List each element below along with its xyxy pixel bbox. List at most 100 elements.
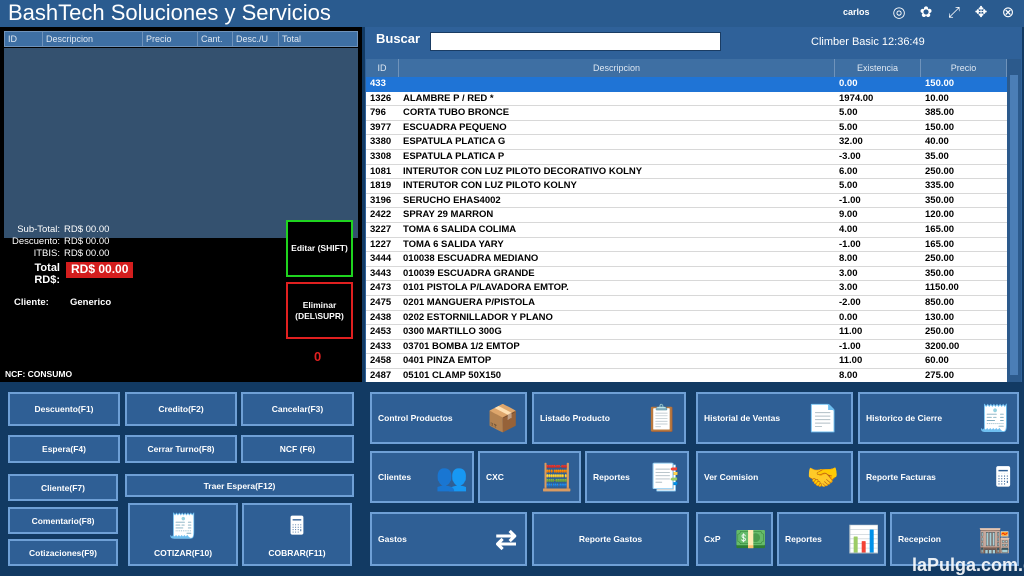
sale-table-header: ID Descripcion Precio Cant. Desc./U Tota… <box>4 31 358 47</box>
product-row[interactable]: 3977 ESCUADRA PEQUENO 5.00 150.00 <box>366 121 1007 136</box>
move-icon[interactable]: ✥ <box>971 3 991 23</box>
cxp-button[interactable]: CxP 💵 <box>696 512 773 566</box>
cliente-value: Generico <box>70 297 112 308</box>
itbis-label: ITBIS: <box>33 248 60 259</box>
cliente-button[interactable]: Cliente(F7) <box>8 474 118 501</box>
resize-icon[interactable]: ⤢ <box>944 3 964 23</box>
product-price: 335.00 <box>925 180 955 192</box>
historial-ventas-label: Historial de Ventas <box>704 413 781 423</box>
settings-icon[interactable]: ✿ <box>916 3 936 23</box>
product-id: 3227 <box>370 223 392 235</box>
title-bar: BashTech Soluciones y Servicios carlos ◎… <box>0 0 1024 27</box>
report-user-icon: 📑 <box>648 462 681 492</box>
product-row[interactable]: 2473 0101 PISTOLA P/LAVADORA EMTOP. 3.00 11… <box>366 281 1007 296</box>
sale-items-grid[interactable] <box>4 48 358 238</box>
traer-espera-button[interactable]: Traer Espera(F12) <box>125 474 354 497</box>
product-row[interactable]: 3443 010039 ESCUADRA GRANDE 3.00 350.00 <box>366 267 1007 282</box>
product-row[interactable]: 1819 INTERUTOR CON LUZ PILOTO KOLNY 5.00 33… <box>366 179 1007 194</box>
product-row[interactable]: 2458 0401 PINZA EMTOP 11.00 60.00 <box>366 354 1007 369</box>
eliminar-button[interactable]: Eliminar (DEL\SUPR) <box>286 282 353 339</box>
product-scroll-thumb[interactable] <box>1010 75 1018 375</box>
product-stock: -1.00 <box>839 238 861 250</box>
reportes-secondary-button[interactable]: Reportes 📊 <box>777 512 886 566</box>
product-row[interactable]: 3227 TOMA 6 SALIDA COLIMA 4.00 165.00 <box>366 223 1007 238</box>
control-productos-button[interactable]: Control Productos 📦 <box>370 392 527 444</box>
col-total: Total <box>282 34 302 44</box>
product-price: 1150.00 <box>925 282 959 294</box>
reporte-facturas-button[interactable]: Reporte Facturas 🖩 <box>858 451 1019 503</box>
product-price: 10.00 <box>925 92 949 104</box>
credito-button[interactable]: Credito(F2) <box>125 392 237 426</box>
product-row[interactable]: 2475 0201 MANGUERA P/PISTOLA -2.00 850.00 <box>366 296 1007 311</box>
product-id: 2422 <box>370 209 392 221</box>
product-stock: -2.00 <box>839 296 861 308</box>
modules-panel: Control Productos 📦 Listado Producto 📋 H… <box>365 385 1022 576</box>
close-icon[interactable]: ⊗ <box>998 3 1018 23</box>
user-icon[interactable]: ◎ <box>889 3 909 23</box>
product-id: 2487 <box>370 369 392 381</box>
product-price: 350.00 <box>925 267 955 279</box>
product-stock: 3.00 <box>839 282 858 294</box>
product-row[interactable]: 2422 SPRAY 29 MARRON 9.00 120.00 <box>366 208 1007 223</box>
product-row[interactable]: 1227 TOMA 6 SALIDA YARY -1.00 165.00 <box>366 238 1007 253</box>
total-label: Total RD$: <box>34 262 60 286</box>
product-row[interactable]: 1081 INTERUTOR CON LUZ PILOTO DECORATIVO … <box>366 165 1007 180</box>
reporte-facturas-label: Reporte Facturas <box>866 472 936 482</box>
comentario-button[interactable]: Comentario(F8) <box>8 507 118 534</box>
product-row[interactable]: 3196 SERUCHO EHAS4002 -1.00 350.00 <box>366 194 1007 209</box>
gastos-label: Gastos <box>378 534 407 544</box>
listado-producto-button[interactable]: Listado Producto 📋 <box>532 392 686 444</box>
product-row[interactable]: 2438 0202 ESTORNILLADOR Y PLANO 0.00 130.00 <box>366 311 1007 326</box>
editar-button[interactable]: Editar (SHIFT) <box>286 220 353 277</box>
col-desc-u: Desc./U <box>233 32 279 46</box>
ncf-type: NCF: CONSUMO <box>5 369 73 379</box>
cliente-label: Cliente: <box>14 297 49 308</box>
historial-ventas-button[interactable]: Historial de Ventas 📄 <box>696 392 853 444</box>
espera-button[interactable]: Espera(F4) <box>8 435 120 463</box>
product-stock: 1974.00 <box>839 92 874 104</box>
product-stock: 0.00 <box>839 78 858 89</box>
gastos-button[interactable]: Gastos ⇄ <box>370 512 527 566</box>
product-price: 60.00 <box>925 355 949 367</box>
search-input[interactable] <box>430 32 721 51</box>
cobrar-button[interactable]: 🖩 COBRAR(F11) <box>242 503 352 566</box>
product-description: 0101 PISTOLA P/LAVADORA EMTOP. <box>403 282 569 294</box>
cotizar-button[interactable]: 🧾 COTIZAR(F10) <box>128 503 238 566</box>
clientes-button[interactable]: Clientes 👥 <box>370 451 474 503</box>
reportes-button[interactable]: Reportes 📑 <box>585 451 689 503</box>
cerrar-turno-button[interactable]: Cerrar Turno(F8) <box>125 435 237 463</box>
col-existencia: Existencia <box>835 59 921 77</box>
ncf-button[interactable]: NCF (F6) <box>241 435 354 463</box>
warehouse-boxes-icon: 🏬 <box>978 524 1011 554</box>
product-row[interactable]: 2453 0300 MARTILLO 300G 11.00 250.00 <box>366 325 1007 340</box>
product-id: 796 <box>370 107 386 119</box>
product-row[interactable]: 1326 ALAMBRE P / RED * 1974.00 10.00 <box>366 92 1007 107</box>
cancelar-button[interactable]: Cancelar(F3) <box>241 392 354 426</box>
cotizaciones-button[interactable]: Cotizaciones(F9) <box>8 539 118 566</box>
product-stock: 0.00 <box>839 311 858 323</box>
ver-comision-label: Ver Comision <box>704 472 759 482</box>
product-price: 165.00 <box>925 238 955 250</box>
product-id: 1227 <box>370 238 392 250</box>
product-stock: -1.00 <box>839 340 861 352</box>
cxc-button[interactable]: CXC 🧮 <box>478 451 581 503</box>
product-price: 150.00 <box>925 78 955 89</box>
product-row[interactable]: 2433 03701 BOMBA 1/2 EMTOP -1.00 3200.00 <box>366 340 1007 355</box>
product-price: 130.00 <box>925 311 955 323</box>
ver-comision-button[interactable]: Ver Comision 🤝 <box>696 451 853 503</box>
product-row[interactable]: 433 0.00 150.00 <box>366 77 1007 92</box>
cash-register-icon: 🖩 <box>995 462 1011 492</box>
cotizar-label: COTIZAR(F10) <box>153 548 213 558</box>
product-row[interactable]: 796 CORTA TUBO BRONCE 5.00 385.00 <box>366 106 1007 121</box>
product-stock: -3.00 <box>839 150 861 162</box>
historico-cierre-button[interactable]: Historico de Cierre 🧾 <box>858 392 1019 444</box>
reporte-gastos-button[interactable]: Reporte Gastos <box>532 512 689 566</box>
product-description: SERUCHO EHAS4002 <box>403 194 501 206</box>
product-row[interactable]: 3444 010038 ESCUADRA MEDIANO 8.00 250.00 <box>366 252 1007 267</box>
product-table[interactable]: ID Descripcion Existencia Precio 433 0.00… <box>366 59 1007 382</box>
product-row[interactable]: 3308 ESPATULA PLATICA P -3.00 35.00 <box>366 150 1007 165</box>
product-row[interactable]: 3380 ESPATULA PLATICA G 32.00 40.00 <box>366 135 1007 150</box>
product-price: 385.00 <box>925 107 955 119</box>
product-row[interactable]: 2487 05101 CLAMP 50X150 8.00 275.00 <box>366 369 1007 382</box>
descuento-button[interactable]: Descuento(F1) <box>8 392 120 426</box>
